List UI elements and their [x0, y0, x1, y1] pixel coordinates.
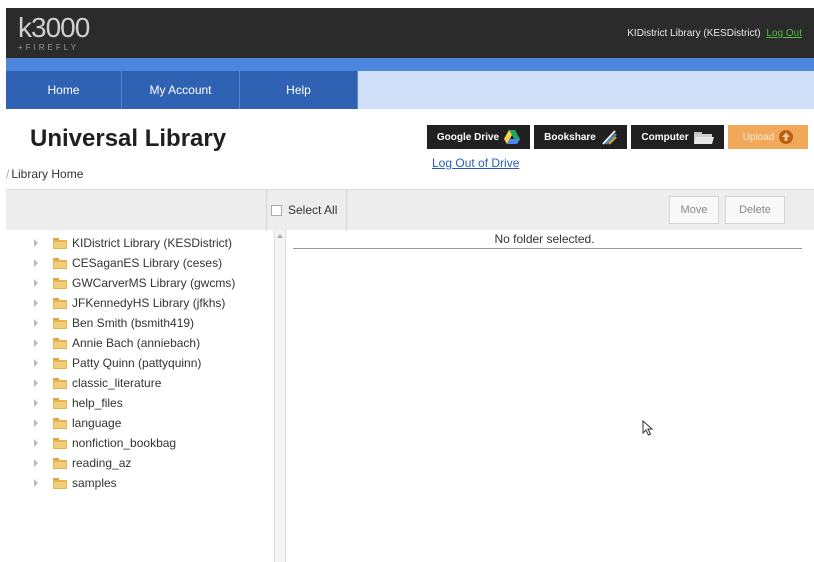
chevron-right-icon[interactable] [34, 479, 38, 487]
folder-icon [53, 237, 67, 252]
checkbox-box[interactable] [271, 204, 282, 216]
tree-item[interactable]: Annie Bach (anniebach) [6, 334, 274, 353]
tree-item[interactable]: classic_literature [6, 374, 274, 393]
folder-icon [53, 337, 67, 352]
folder-icon [53, 357, 67, 372]
toolbar-divider [266, 190, 267, 230]
folder-icon [53, 297, 67, 312]
accent-band [6, 58, 814, 71]
upload-button[interactable]: Upload [728, 125, 808, 149]
folder-icon [53, 457, 67, 472]
upload-label: Upload [742, 131, 775, 143]
chevron-right-icon[interactable] [34, 359, 38, 367]
tree-item[interactable]: samples [6, 474, 274, 493]
top-header: k3000 +FIREFLY KIDistrict Library (KESDi… [6, 8, 814, 58]
folder-icon [53, 277, 67, 292]
content-divider [293, 248, 802, 249]
google-drive-button[interactable]: Google Drive [427, 125, 530, 149]
tree-item[interactable]: CESaganES Library (ceses) [6, 254, 274, 273]
tree-scrollbar[interactable] [274, 230, 286, 562]
chevron-right-icon[interactable] [34, 339, 38, 347]
tree-item[interactable]: nonfiction_bookbag [6, 434, 274, 453]
delete-button[interactable]: Delete [725, 196, 785, 224]
google-drive-icon [504, 130, 521, 144]
nav-tab-help[interactable]: Help [240, 71, 358, 109]
tree-item-label: nonfiction_bookbag [72, 436, 177, 450]
tree-item-label: JFKennedyHS Library (jfkhs) [72, 296, 226, 310]
nav-tab-home[interactable]: Home [6, 71, 122, 109]
folder-icon [53, 477, 67, 492]
chevron-right-icon[interactable] [34, 279, 38, 287]
tree-item[interactable]: Patty Quinn (pattyquinn) [6, 354, 274, 373]
folder-icon [53, 377, 67, 392]
logout-link[interactable]: Log Out [766, 28, 802, 39]
google-drive-label: Google Drive [436, 131, 500, 143]
select-all-label: Select All [288, 203, 338, 217]
tree-item[interactable]: JFKennedyHS Library (jfkhs) [6, 294, 274, 313]
tree-item-label: Ben Smith (bsmith419) [72, 316, 195, 330]
breadcrumb: / Library Home [6, 167, 83, 181]
logo-main-text: k3000 [18, 12, 90, 43]
breadcrumb-library-home[interactable]: Library Home [11, 167, 83, 181]
empty-state-message: No folder selected. [494, 232, 595, 246]
chevron-right-icon[interactable] [34, 419, 38, 427]
page-title: Universal Library [30, 125, 227, 152]
computer-button[interactable]: Computer [631, 125, 724, 149]
tree-item[interactable]: help_files [6, 394, 274, 413]
tree-item-label: language [72, 416, 122, 430]
chevron-right-icon[interactable] [34, 319, 38, 327]
tree-item[interactable]: KIDistrict Library (KESDistrict) [6, 234, 274, 253]
chevron-right-icon[interactable] [34, 259, 38, 267]
tree-item[interactable]: reading_az [6, 454, 274, 473]
tree-item-label: Patty Quinn (pattyquinn) [72, 356, 202, 370]
toolbar-divider [346, 190, 347, 230]
logo-sub-text: +FIREFLY [18, 43, 79, 52]
tree-item-label: KIDistrict Library (KESDistrict) [72, 236, 233, 250]
nav-tab-my-account[interactable]: My Account [122, 71, 240, 109]
k3000-logo[interactable]: k3000 +FIREFLY [18, 12, 90, 53]
chevron-right-icon[interactable] [34, 399, 38, 407]
file-list-panel: No folder selected. [287, 230, 814, 562]
tree-item[interactable]: GWCarverMS Library (gwcms) [6, 274, 274, 293]
current-user-label: KIDistrict Library (KESDistrict) [627, 28, 761, 39]
upload-arrow-icon [779, 130, 794, 144]
tree-item-label: Annie Bach (anniebach) [72, 336, 201, 350]
move-button[interactable]: Move [669, 196, 719, 224]
select-all-checkbox[interactable]: Select All [271, 203, 337, 217]
tree-item[interactable]: language [6, 414, 274, 433]
tree-item-label: classic_literature [72, 376, 162, 390]
chevron-right-icon[interactable] [34, 299, 38, 307]
folder-icon [53, 317, 67, 332]
tree-item-label: GWCarverMS Library (gwcms) [72, 276, 236, 290]
tree-item-label: samples [72, 476, 117, 490]
folder-icon [53, 417, 67, 432]
file-toolbar: Select All Move Delete [6, 189, 814, 231]
folder-icon [53, 437, 67, 452]
breadcrumb-separator: / [6, 167, 10, 181]
tree-item[interactable]: Ben Smith (bsmith419) [6, 314, 274, 333]
folder-icon [53, 397, 67, 412]
chevron-right-icon[interactable] [34, 379, 38, 387]
scroll-up-arrow-icon[interactable] [277, 234, 283, 238]
tree-item-label: CESaganES Library (ceses) [72, 256, 223, 270]
tree-item-label: help_files [72, 396, 123, 410]
folder-icon [53, 257, 67, 272]
folder-tree: KIDistrict Library (KESDistrict) CESaganE… [6, 230, 274, 562]
bookshare-button[interactable]: Bookshare [534, 125, 627, 149]
chevron-right-icon[interactable] [34, 459, 38, 467]
mouse-cursor-icon [642, 419, 654, 441]
main-nav: Home My Account Help [6, 71, 814, 109]
bookshare-icon [601, 129, 617, 145]
bookshare-label: Bookshare [544, 131, 596, 143]
chevron-right-icon[interactable] [34, 439, 38, 447]
log-out-of-drive-link[interactable]: Log Out of Drive [432, 156, 519, 170]
user-area: KIDistrict Library (KESDistrict) Log Out [627, 28, 802, 39]
tree-item-label: reading_az [72, 456, 132, 470]
chevron-right-icon[interactable] [34, 239, 38, 247]
folder-open-icon [693, 131, 714, 144]
computer-label: Computer [641, 131, 689, 143]
